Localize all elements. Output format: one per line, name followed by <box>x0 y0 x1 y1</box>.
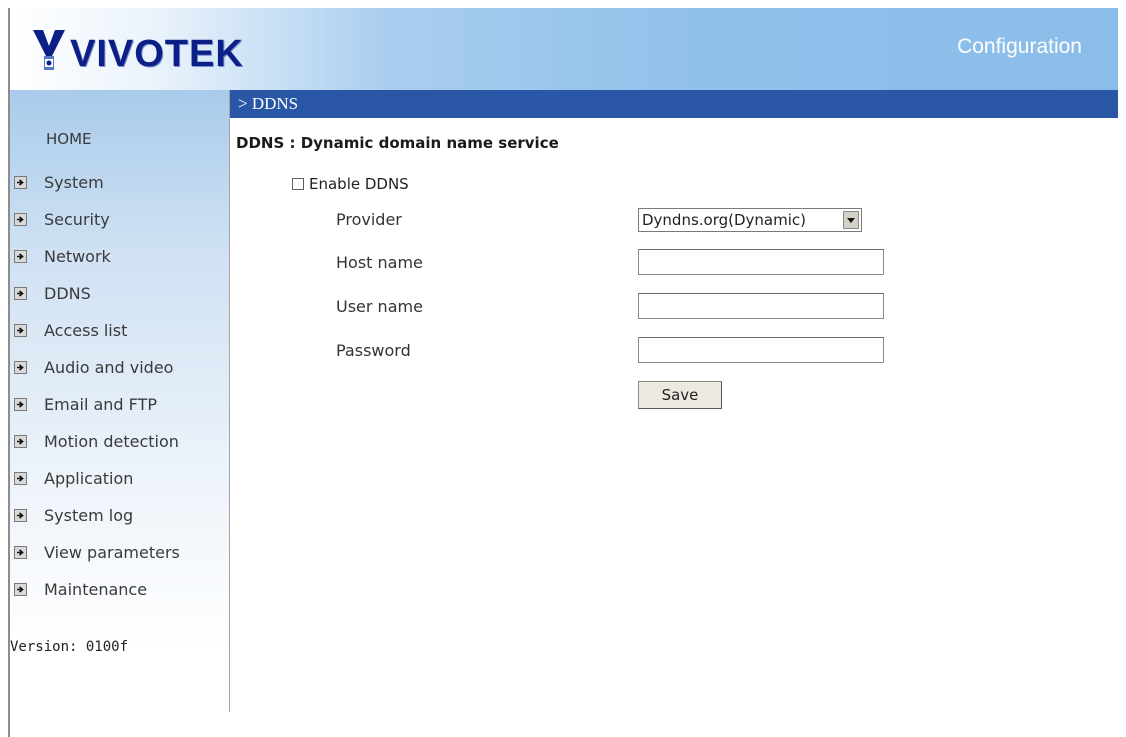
sidebar-item-label: Motion detection <box>44 432 179 451</box>
sidebar-item-label: DDNS <box>44 284 91 303</box>
page-heading: Configuration <box>957 35 1082 58</box>
arrow-right-icon <box>14 213 27 226</box>
arrow-right-icon <box>14 509 27 522</box>
provider-label: Provider <box>336 210 402 229</box>
sidebar-item-label: System log <box>44 506 134 525</box>
sidebar-item-application[interactable]: Application <box>14 460 180 497</box>
sidebar-item-system-log[interactable]: System log <box>14 497 180 534</box>
sidebar-nav: System Security Network DDNS Access list… <box>14 164 180 608</box>
provider-selected-value: Dyndns.org(Dynamic) <box>642 211 807 229</box>
sidebar-item-label: View parameters <box>44 543 180 562</box>
password-input[interactable] <box>638 337 884 363</box>
sidebar-item-audio-video[interactable]: Audio and video <box>14 349 180 386</box>
arrow-right-icon <box>14 176 27 189</box>
hostname-input[interactable] <box>638 249 884 275</box>
sidebar-item-label: Application <box>44 469 134 488</box>
sidebar-item-system[interactable]: System <box>14 164 180 201</box>
sidebar-item-label: Email and FTP <box>44 395 158 414</box>
sidebar-item-label: Maintenance <box>44 580 148 599</box>
vivotek-logo[interactable]: VIVOTEK <box>30 25 244 75</box>
hostname-label: Host name <box>336 253 423 272</box>
page-title: DDNS : Dynamic domain name service <box>236 134 559 152</box>
arrow-right-icon <box>14 324 27 337</box>
sidebar-item-label: Access list <box>44 321 128 340</box>
chevron-down-icon[interactable] <box>843 211 859 229</box>
password-label: Password <box>336 341 411 360</box>
arrow-right-icon <box>14 250 27 263</box>
arrow-right-icon <box>14 583 27 596</box>
enable-ddns-checkbox[interactable] <box>292 178 304 190</box>
logo-mark-icon <box>33 30 65 70</box>
sidebar-item-maintenance[interactable]: Maintenance <box>14 571 180 608</box>
sidebar-item-email-ftp[interactable]: Email and FTP <box>14 386 180 423</box>
sidebar-item-view-parameters[interactable]: View parameters <box>14 534 180 571</box>
arrow-right-icon <box>14 472 27 485</box>
sidebar-divider <box>229 90 230 712</box>
sidebar-item-ddns[interactable]: DDNS <box>14 275 180 312</box>
arrow-right-icon <box>14 546 27 559</box>
enable-ddns-label: Enable DDNS <box>309 175 409 193</box>
breadcrumb: > DDNS <box>238 94 299 113</box>
provider-select[interactable]: Dyndns.org(Dynamic) <box>638 208 862 232</box>
arrow-right-icon <box>14 287 27 300</box>
sidebar-item-label: Security <box>44 210 110 229</box>
save-button[interactable]: Save <box>638 381 722 409</box>
sidebar-item-security[interactable]: Security <box>14 201 180 238</box>
sidebar: HOME System Security Network DDNS Access… <box>10 90 229 710</box>
arrow-right-icon <box>14 398 27 411</box>
enable-ddns-row[interactable]: Enable DDNS <box>292 175 409 193</box>
logo-text: VIVOTEK <box>70 33 244 75</box>
sidebar-item-home[interactable]: HOME <box>46 130 92 148</box>
version-text: Version: 0100f <box>10 639 129 655</box>
arrow-right-icon <box>14 435 27 448</box>
sidebar-item-network[interactable]: Network <box>14 238 180 275</box>
sidebar-item-access-list[interactable]: Access list <box>14 312 180 349</box>
header: VIVOTEK Configuration <box>10 8 1118 90</box>
page-frame: VIVOTEK Configuration HOME System Securi… <box>8 8 1118 737</box>
arrow-right-icon <box>14 361 27 374</box>
section-bar: > DDNS <box>230 90 1118 118</box>
sidebar-item-label: Audio and video <box>44 358 174 377</box>
username-input[interactable] <box>638 293 884 319</box>
sidebar-item-label: System <box>44 173 104 192</box>
sidebar-item-motion-detection[interactable]: Motion detection <box>14 423 180 460</box>
sidebar-item-label: Network <box>44 247 111 266</box>
username-label: User name <box>336 297 423 316</box>
